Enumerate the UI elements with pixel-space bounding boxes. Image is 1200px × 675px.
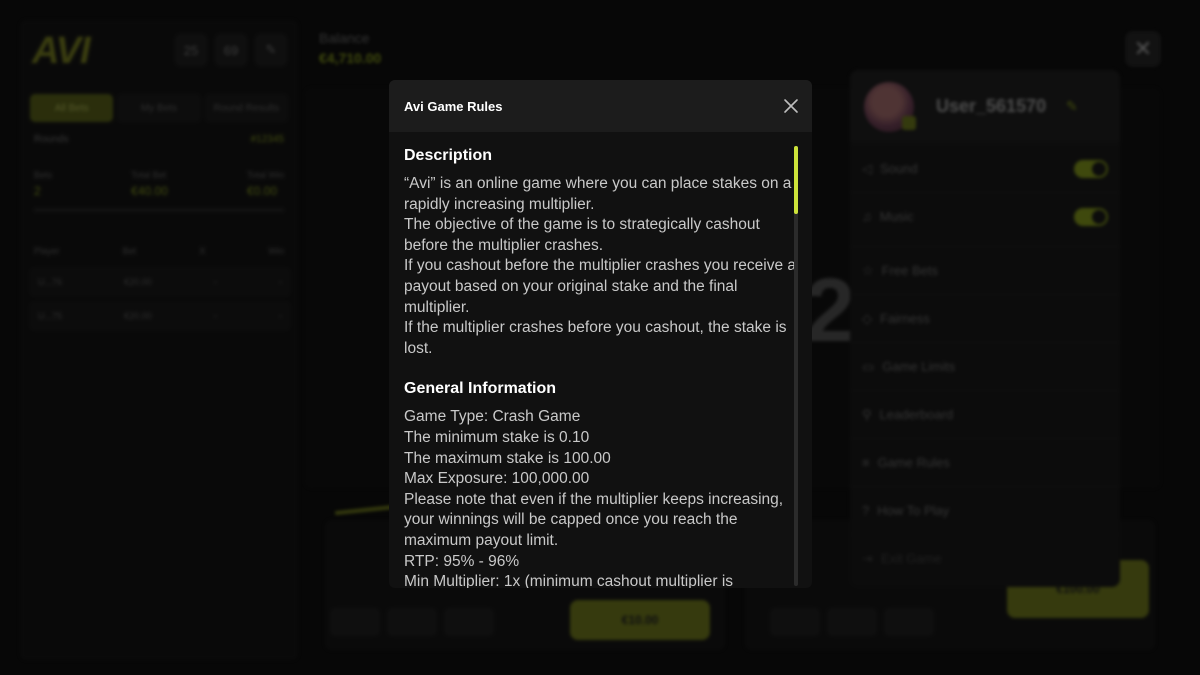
section-title-description: Description bbox=[404, 147, 493, 164]
paragraph: Max Exposure: 100,000.00 bbox=[404, 470, 590, 488]
scrollbar-thumb[interactable] bbox=[794, 146, 798, 214]
game-rules-modal: Avi Game Rules Description “Avi” is an o… bbox=[389, 80, 812, 588]
paragraph: If you cashout before the multiplier cra… bbox=[404, 257, 797, 316]
close-icon[interactable] bbox=[782, 97, 800, 115]
paragraph: If the multiplier crashes before you cas… bbox=[404, 319, 787, 357]
paragraph: Min Multiplier: 1x (minimum cashout mult… bbox=[404, 573, 734, 588]
section-title-general-information: General Information bbox=[404, 380, 557, 398]
modal-scrollbar[interactable] bbox=[794, 146, 798, 586]
paragraph: The maximum stake is 100.00 bbox=[404, 449, 611, 467]
paragraph: RTP: 95% - 96% bbox=[404, 552, 520, 570]
modal-body[interactable]: Description “Avi” is an online game wher… bbox=[389, 132, 812, 588]
paragraph: The minimum stake is 0.10 bbox=[404, 428, 590, 446]
modal-header: Avi Game Rules bbox=[389, 80, 812, 132]
paragraph: Game Type: Crash Game bbox=[404, 408, 581, 426]
paragraph: “Avi” is an online game where you can pl… bbox=[404, 175, 792, 213]
modal-title: Avi Game Rules bbox=[404, 98, 503, 114]
paragraph: The objective of the game is to strategi… bbox=[404, 216, 760, 254]
paragraph: Please note that even if the multiplier … bbox=[404, 490, 784, 549]
